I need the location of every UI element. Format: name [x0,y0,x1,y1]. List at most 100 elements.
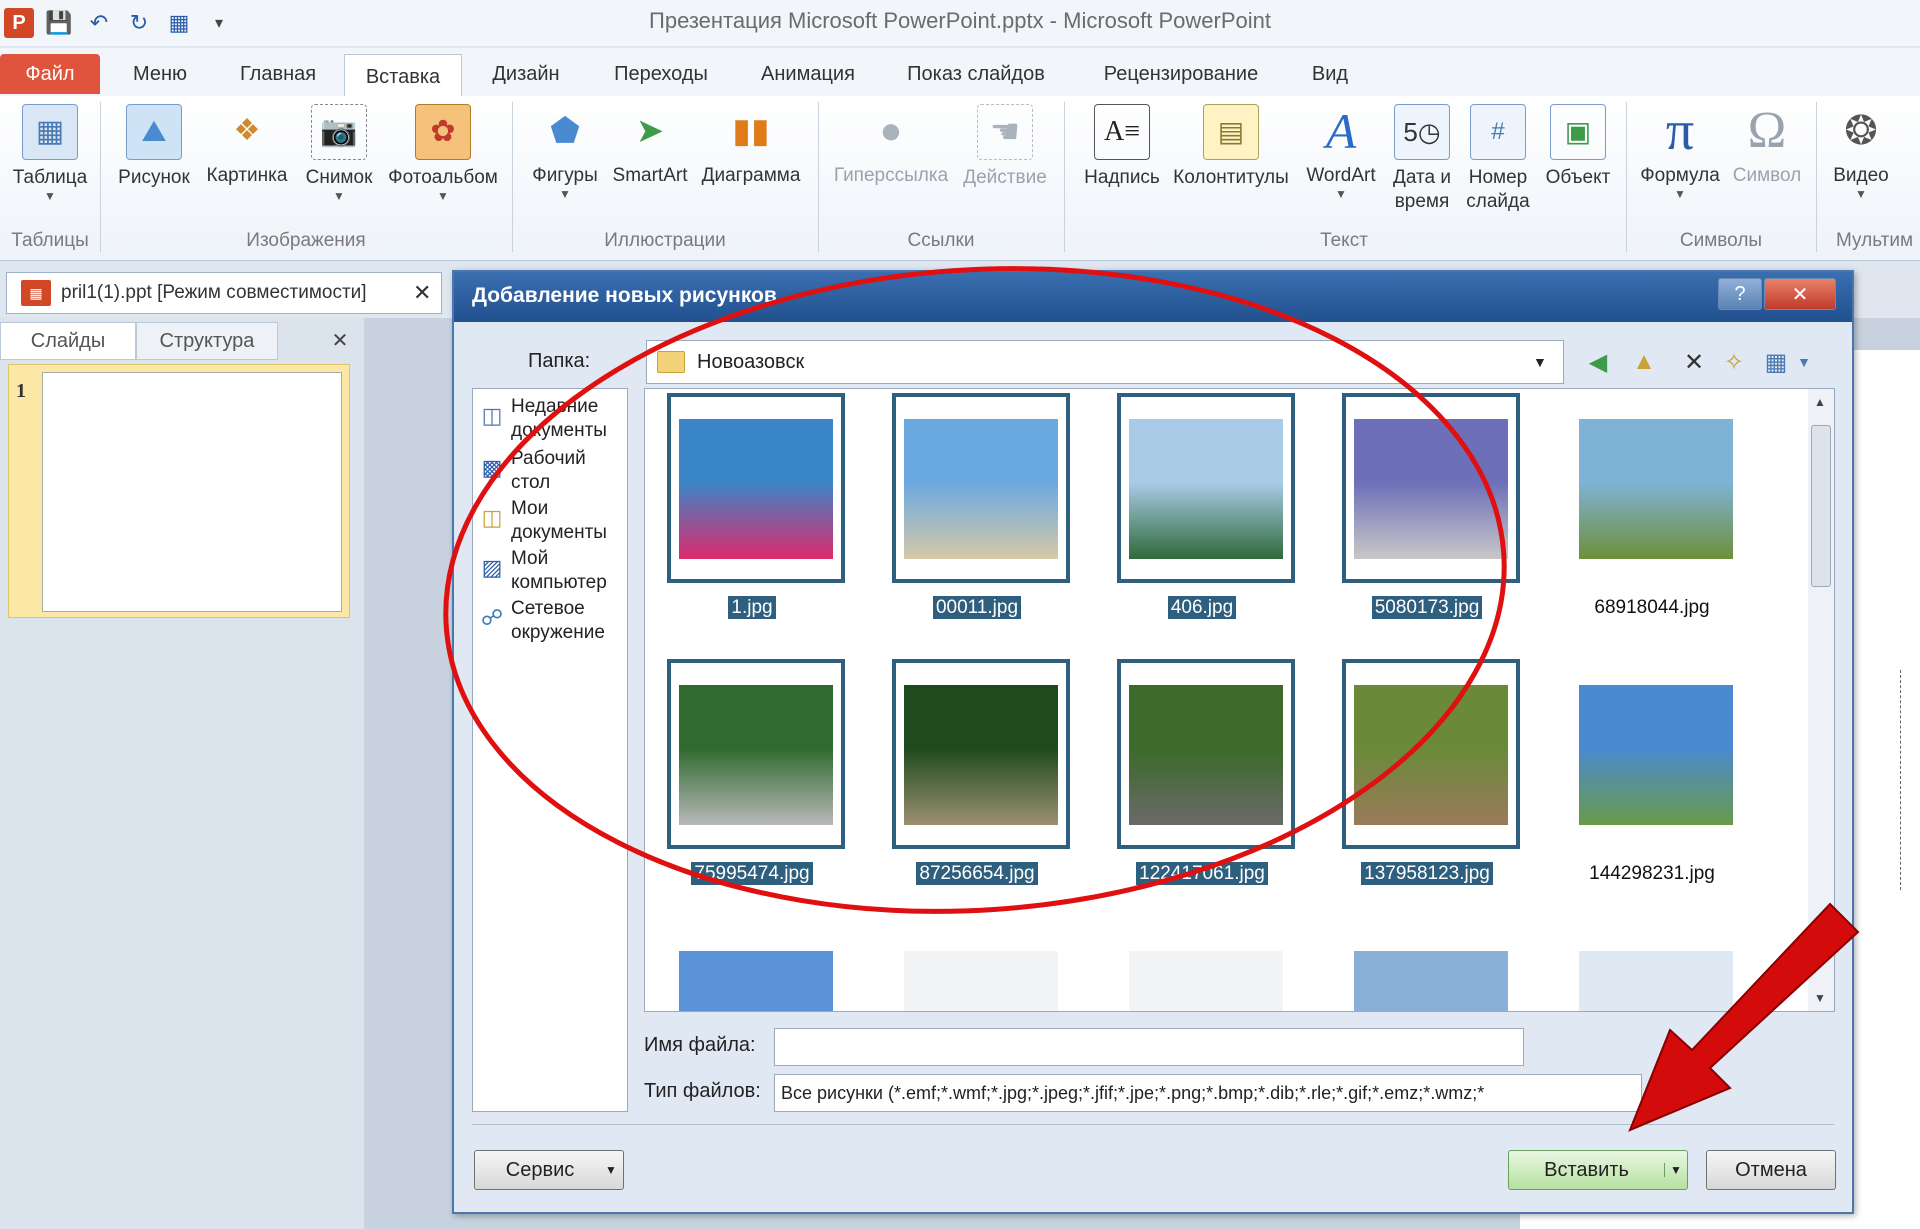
slide-number-button[interactable]: # Номер слайда [1458,104,1538,214]
date-time-button-label-2: время [1394,191,1450,212]
wordart-button[interactable]: A WordArt ▼ [1296,104,1386,200]
file-thumbnail[interactable] [1342,925,1520,1011]
pane-splitter[interactable] [364,318,370,1229]
filetype-label: Тип файлов: [644,1080,761,1102]
up-folder-icon[interactable]: ▲ [1628,346,1660,378]
screenshot-button-label: Снимок [305,167,373,188]
action-button[interactable]: ☚ Действие [956,104,1054,190]
tab-outline[interactable]: Структура [136,322,278,360]
photo-album-button[interactable]: ✿ Фотоальбом ▼ [382,104,504,202]
smartart-button-label: SmartArt [612,165,688,186]
slide-number: 1 [16,380,26,402]
table-button-label: Таблица [12,167,88,188]
document-tab[interactable]: ▦ pril1(1).ppt [Режим совместимости] ✕ [6,272,442,314]
object-icon: ▣ [1550,104,1606,160]
file-thumbnail[interactable]: 144298231.jpg [1567,659,1745,884]
cancel-button[interactable]: Отмена [1706,1150,1836,1190]
object-button[interactable]: ▣ Объект [1538,104,1618,190]
table-button[interactable]: ▦ Таблица ▼ [4,104,96,202]
clipart-button-label: Картинка [206,165,288,186]
screenshot-button[interactable]: 📷 Снимок ▼ [298,104,380,202]
help-button[interactable]: ? [1718,278,1762,310]
smartart-icon: ➤ [635,112,665,150]
insert-button[interactable]: Вставить ▼ [1508,1150,1688,1190]
chevron-down-icon: ▼ [1533,354,1547,370]
delete-icon[interactable]: ✕ [1678,346,1710,378]
close-dialog-button[interactable]: ✕ [1764,278,1836,310]
clipart-icon: ❖ [233,114,261,147]
clipart-button[interactable]: ❖ Картинка [200,104,294,188]
chevron-down-icon[interactable]: ▼ [1664,1163,1687,1177]
symbol-button[interactable]: Ω Символ [1724,104,1810,188]
insert-button-label: Вставить [1544,1158,1629,1181]
header-footer-icon: ▤ [1203,104,1259,160]
shapes-button[interactable]: ⬟ Фигуры ▼ [520,104,610,200]
group-label-tables: Таблицы [11,230,89,251]
tab-design[interactable]: Дизайн [476,54,576,94]
group-label-images: Изображения [246,230,366,251]
chevron-down-icon: ▼ [44,189,56,203]
tab-slideshow[interactable]: Показ слайдов [896,54,1056,94]
file-thumbnail[interactable] [892,925,1070,1011]
thumbnail-image [1129,951,1283,1011]
filetype-dropdown[interactable]: Все рисунки (*.emf;*.wmf;*.jpg;*.jpeg;*.… [774,1074,1642,1112]
shapes-icon: ⬟ [550,112,580,150]
tab-transitions[interactable]: Переходы [596,54,726,94]
tab-file[interactable]: Файл [0,54,100,94]
group-label-text: Текст [1320,230,1368,251]
film-reel-icon: ❂ [1844,109,1878,153]
scroll-up-icon[interactable]: ▲ [1814,395,1826,409]
textbox-icon: A≡ [1094,104,1150,160]
thumbnail-frame [1567,659,1745,849]
window-title: Презентация Microsoft PowerPoint.pptx - … [649,8,1271,33]
back-icon[interactable]: ◀ [1582,346,1614,378]
tab-home[interactable]: Главная [224,54,332,94]
calendar-icon: 5◷ [1394,104,1450,160]
header-footer-button[interactable]: ▤ Колонтитулы [1166,104,1296,190]
file-thumbnail[interactable] [667,925,845,1011]
header-footer-button-label: Колонтитулы [1173,167,1289,188]
equation-button-label: Формула [1640,165,1720,186]
chart-button[interactable]: ▮▮ Диаграмма [694,104,808,188]
tools-button[interactable]: Сервис ▼ [474,1150,624,1190]
file-thumbnail[interactable]: 68918044.jpg [1567,393,1745,618]
new-folder-icon[interactable]: ✧ [1718,346,1750,378]
hyperlink-button[interactable]: ● Гиперссылка [826,104,956,188]
tab-menu[interactable]: Меню [112,54,208,94]
group-label-links: Ссылки [907,230,975,251]
tab-view[interactable]: Вид [1300,54,1360,94]
action-button-label: Действие [963,167,1047,188]
slide-number-button-label-2: слайда [1466,191,1530,212]
tab-review[interactable]: Рецензирование [1086,54,1276,94]
chevron-down-icon: ▼ [333,189,345,203]
chart-button-label: Диаграмма [701,165,801,186]
omega-icon: Ω [1747,102,1787,159]
picture-button[interactable]: ⛰ Рисунок [110,104,198,190]
date-time-button-label-1: Дата и [1393,167,1451,188]
tab-insert[interactable]: Вставка [344,54,462,99]
smartart-button[interactable]: ➤ SmartArt [604,104,696,188]
thumbnail-frame [1117,925,1295,1011]
thumbnail-image [904,951,1058,1011]
thumbnail-image [679,951,833,1011]
ppt-file-icon: ▦ [21,280,51,306]
action-icon: ☚ [977,104,1033,160]
tab-animations[interactable]: Анимация [744,54,872,94]
slide-thumbnail-image[interactable] [42,372,342,612]
chevron-down-icon: ▼ [1674,187,1686,201]
placeholder-border [1900,670,1902,890]
views-chevron-down-icon[interactable]: ▼ [1788,346,1820,378]
file-thumbnail[interactable] [1117,925,1295,1011]
video-button[interactable]: ❂ Видео ▼ [1818,104,1904,200]
filename-input[interactable] [774,1028,1524,1066]
close-pane-icon[interactable]: ✕ [320,322,360,358]
equation-button[interactable]: π Формула ▼ [1632,103,1728,201]
filename-label: Имя файла: [644,1034,756,1056]
shapes-button-label: Фигуры [532,165,598,186]
tab-slides[interactable]: Слайды [0,322,136,360]
textbox-button[interactable]: A≡ Надпись [1076,104,1168,190]
date-time-button[interactable]: 5◷ Дата и время [1384,104,1460,214]
thumbnail-frame [1567,393,1745,583]
file-name-text: 144298231.jpg [1589,863,1715,884]
scroll-thumb[interactable] [1811,425,1831,587]
